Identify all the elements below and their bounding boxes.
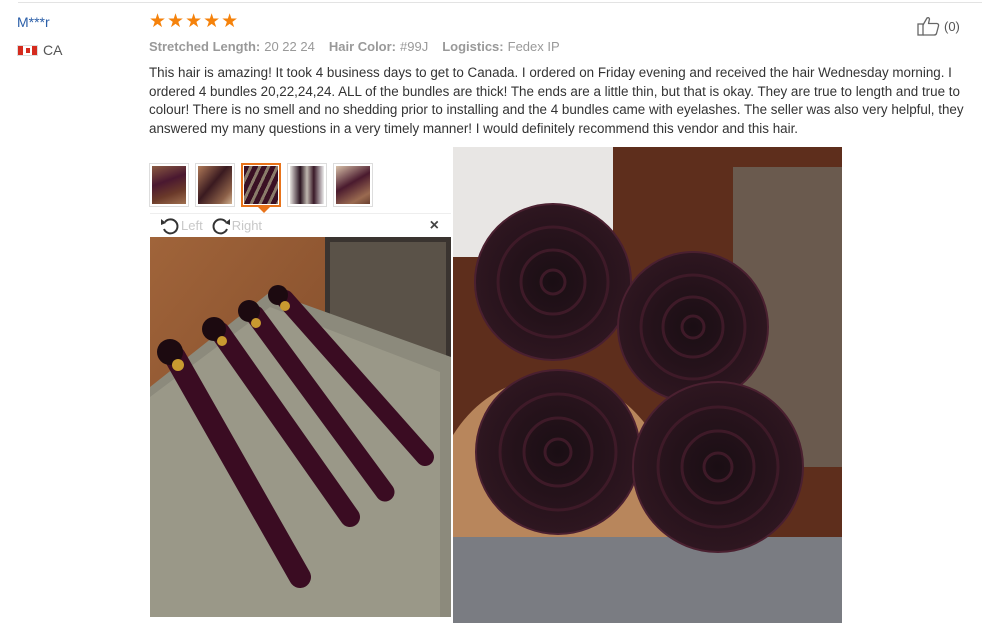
hair-color: Hair Color: #99J bbox=[328, 39, 429, 54]
divider bbox=[18, 2, 982, 3]
stretched-length: Stretched Length: 20 22 24 bbox=[149, 39, 315, 54]
photo-thumbnails bbox=[149, 163, 373, 213]
enlarged-review-photo bbox=[150, 237, 451, 617]
rotate-right-button[interactable]: Right bbox=[211, 216, 262, 236]
photo-thumbnail-3[interactable] bbox=[241, 163, 281, 213]
review-attributes: Stretched Length: 20 22 24 Hair Color: #99… bbox=[149, 39, 560, 54]
photo-thumbnail-5[interactable] bbox=[333, 163, 373, 207]
close-viewer-button[interactable]: × bbox=[430, 217, 439, 235]
country-code: CA bbox=[43, 42, 63, 58]
reviewer-country: CA bbox=[17, 42, 62, 58]
photo-thumbnail-2[interactable] bbox=[195, 163, 235, 207]
helpful-button[interactable]: (0) bbox=[917, 16, 960, 36]
reviewer-name: M***r bbox=[17, 14, 50, 30]
rotate-right-icon bbox=[212, 217, 230, 234]
thumbs-up-icon bbox=[917, 17, 940, 36]
rotate-left-icon bbox=[161, 217, 179, 234]
photo-thumbnail-4[interactable] bbox=[287, 163, 327, 207]
review-photo bbox=[453, 147, 842, 623]
photo-thumbnail-1[interactable] bbox=[149, 163, 189, 207]
star-rating: ★★★★★ bbox=[149, 11, 240, 32]
canada-flag-icon bbox=[17, 44, 38, 56]
logistics: Logistics: Fedex IP bbox=[442, 39, 560, 54]
rotate-left-button[interactable]: Left bbox=[160, 216, 203, 236]
image-viewer-toolbar: Left Right × bbox=[150, 213, 451, 237]
helpful-count: (0) bbox=[944, 18, 960, 34]
review-body: This hair is amazing! It took 4 business… bbox=[149, 65, 964, 136]
